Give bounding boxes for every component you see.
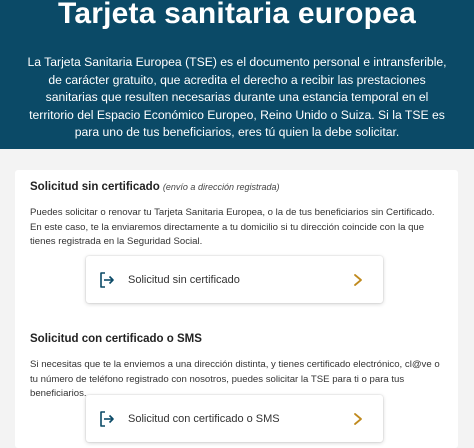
chevron-right-icon — [351, 273, 365, 287]
section-title-con-certificado: Solicitud con certificado o SMS — [30, 333, 202, 345]
content-card: Solicitud sin certificado (envío a direc… — [15, 170, 458, 448]
action-label: Solicitud con certificado o SMS — [128, 412, 280, 425]
section-title-text: Solicitud sin certificado — [30, 181, 160, 193]
section-note: (envío a dirección registrada) — [162, 182, 280, 192]
action-label: Solicitud sin certificado — [128, 273, 240, 286]
section-title-text: Solicitud con certificado o SMS — [30, 333, 202, 345]
login-icon — [98, 271, 116, 289]
page-title: Tarjeta sanitaria europea — [58, 0, 416, 30]
section-description-sin-certificado: Puedes solicitar o renovar tu Tarjeta Sa… — [30, 207, 435, 247]
intro-text: La Tarjeta Sanitaria Europea (TSE) es el… — [27, 55, 447, 139]
hero-banner: Tarjeta sanitaria europea La Tarjeta San… — [0, 0, 474, 149]
chevron-right-icon — [351, 412, 365, 426]
solicitud-sin-certificado-button[interactable]: Solicitud sin certificado — [86, 256, 383, 303]
solicitud-con-certificado-button[interactable]: Solicitud con certificado o SMS — [86, 395, 383, 442]
section-title-sin-certificado: Solicitud sin certificado (envío a direc… — [30, 181, 279, 193]
login-icon — [98, 410, 116, 428]
